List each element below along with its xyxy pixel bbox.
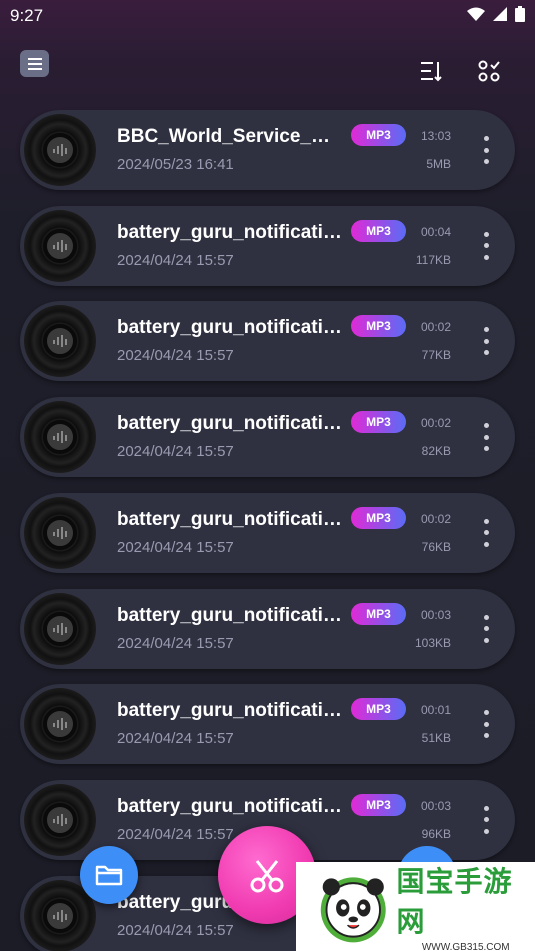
watermark-url: WWW.GB315.COM — [421, 942, 510, 951]
file-list-item[interactable]: battery_guru_notification_sound 2024/04/… — [20, 397, 515, 478]
file-date: 2024/04/24 15:57 — [117, 634, 234, 652]
vinyl-disc-icon — [24, 401, 96, 474]
format-badge: MP3 — [351, 411, 406, 434]
audio-wave-icon — [53, 335, 67, 348]
file-duration: 00:03 — [420, 798, 451, 813]
more-options-icon[interactable] — [481, 231, 491, 260]
audio-wave-icon — [53, 622, 67, 635]
file-duration: 00:03 — [420, 607, 451, 622]
more-options-icon[interactable] — [481, 327, 491, 356]
vinyl-disc-icon — [24, 114, 96, 186]
audio-wave-icon — [53, 431, 67, 444]
audio-wave-icon — [53, 526, 67, 539]
panda-logo-icon — [320, 876, 386, 942]
status-time: 9:27 — [10, 6, 44, 25]
vinyl-disc-icon — [24, 783, 96, 856]
file-list-item[interactable]: BBC_World_Service_BBC_Newshour 2024/05/2… — [20, 110, 515, 190]
file-list-item[interactable]: battery_guru_notification_sound 2024/04/… — [20, 588, 515, 669]
battery-icon — [515, 6, 525, 22]
status-bar: 9:27 — [0, 0, 535, 30]
file-duration: 00:02 — [420, 511, 451, 526]
file-date: 2024/04/24 15:57 — [117, 825, 234, 843]
file-name: battery_guru_notification_sound — [117, 508, 342, 530]
file-duration: 00:02 — [420, 320, 451, 335]
audio-wave-icon — [53, 813, 67, 826]
wifi-icon — [467, 7, 485, 21]
file-list-item[interactable]: battery_guru_notification_sound 2024/04/… — [20, 205, 515, 286]
status-icons — [467, 6, 525, 22]
file-name: battery_guru_notification_sound — [117, 317, 342, 339]
audio-wave-icon — [53, 718, 67, 731]
file-size: 103KB — [414, 635, 451, 650]
file-date: 2024/04/24 15:57 — [117, 443, 234, 461]
vinyl-disc-icon — [24, 688, 96, 761]
sort-icon — [421, 62, 442, 82]
file-date: 2024/04/24 15:57 — [117, 538, 234, 556]
format-badge: MP3 — [351, 315, 406, 338]
menu-icon — [27, 57, 42, 70]
file-size: 5MB — [426, 157, 451, 171]
file-date: 2024/04/24 15:57 — [117, 251, 234, 269]
file-duration: 13:03 — [420, 129, 451, 143]
vinyl-disc-icon — [24, 209, 96, 282]
file-list-item[interactable]: battery_guru_notification_sound 2024/04/… — [20, 301, 515, 382]
file-list-item[interactable]: battery_guru_notification_sound 2024/04/… — [20, 492, 515, 573]
more-options-icon[interactable] — [481, 518, 491, 547]
file-name: BBC_World_Service_BBC_Newshour — [117, 126, 342, 147]
file-duration: 00:02 — [420, 416, 451, 431]
file-name: battery_guru_notification_sound — [117, 604, 342, 626]
file-size: 76KB — [421, 539, 451, 554]
more-options-icon[interactable] — [481, 614, 491, 643]
file-size: 82KB — [421, 444, 451, 459]
audio-wave-icon — [53, 144, 67, 156]
sort-button[interactable] — [416, 56, 446, 86]
watermark-title: 国宝手游网 — [396, 866, 513, 937]
file-size: 117KB — [415, 252, 451, 267]
file-name: battery_guru_notification_sound — [117, 795, 342, 817]
audio-wave-icon — [53, 909, 67, 922]
format-badge: MP3 — [351, 602, 406, 625]
vinyl-disc-icon — [24, 496, 96, 569]
format-badge: MP3 — [351, 793, 406, 816]
more-options-icon[interactable] — [481, 423, 491, 452]
file-name: battery_guru_notification_sound — [117, 413, 342, 435]
format-badge: MP3 — [351, 219, 406, 242]
file-date: 2024/04/24 15:57 — [117, 921, 234, 939]
multi-select-icon — [478, 60, 500, 82]
more-options-icon[interactable] — [481, 805, 491, 834]
format-badge: MP3 — [351, 124, 406, 146]
file-size: 77KB — [421, 348, 451, 363]
file-name: battery_guru_notification_sound — [117, 221, 342, 243]
file-date: 2024/05/23 16:41 — [117, 156, 234, 173]
signal-icon — [493, 7, 507, 21]
vinyl-disc-icon — [24, 305, 96, 378]
multi-select-button[interactable] — [474, 56, 504, 86]
file-size: 51KB — [421, 731, 451, 746]
open-folder-button[interactable] — [80, 846, 138, 904]
file-date: 2024/04/24 15:57 — [117, 347, 234, 365]
folder-icon — [95, 865, 123, 886]
more-options-icon[interactable] — [481, 136, 491, 164]
file-date: 2024/04/24 15:57 — [117, 730, 234, 748]
vinyl-disc-icon — [24, 592, 96, 665]
more-options-icon[interactable] — [481, 710, 491, 739]
file-list-item[interactable]: battery_guru_notification_sound 2024/04/… — [20, 684, 515, 765]
scissors-icon — [250, 860, 284, 893]
file-size: 96KB — [421, 826, 451, 841]
audio-wave-icon — [53, 239, 67, 252]
format-badge: MP3 — [351, 698, 406, 721]
watermark: 国宝手游网 WWW.GB315.COM — [296, 862, 535, 951]
format-badge: MP3 — [351, 506, 406, 529]
watermark-text: 国宝手游网 WWW.GB315.COM — [397, 860, 535, 951]
file-duration: 00:04 — [420, 224, 451, 239]
file-name: battery_guru_notification_sound — [117, 700, 342, 722]
file-duration: 00:01 — [420, 703, 451, 718]
menu-button[interactable] — [20, 50, 49, 77]
